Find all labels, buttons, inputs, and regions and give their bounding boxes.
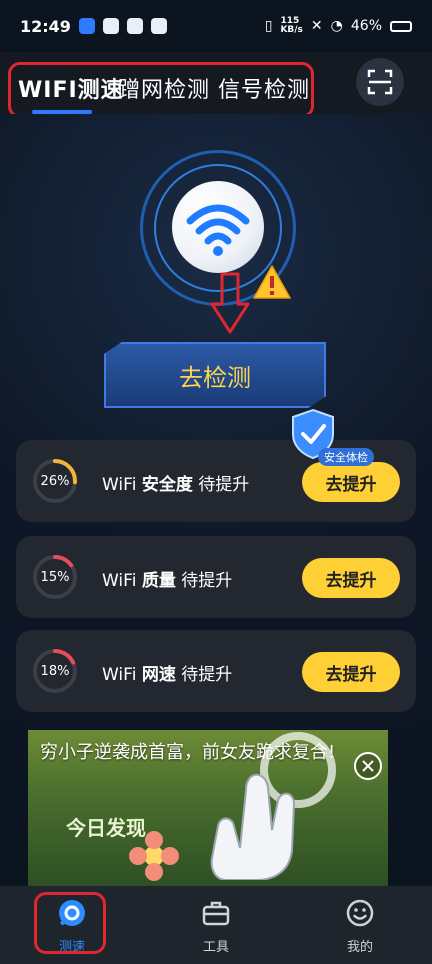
- warning-icon: [253, 265, 291, 299]
- quality-label: WiFi 质量 待提升: [102, 571, 233, 591]
- annotation-arrow-down-icon: [210, 272, 250, 334]
- quality-upgrade-button[interactable]: 去提升: [302, 558, 400, 598]
- scan-button[interactable]: [356, 58, 404, 106]
- quality-percent: 15%: [40, 569, 70, 585]
- wifi-hero-ball: [172, 181, 264, 273]
- start-check-button[interactable]: 去检测: [104, 342, 326, 408]
- status-left: 12:49: [20, 17, 167, 36]
- nav-item-tools[interactable]: 工具: [176, 898, 256, 955]
- sim-icon: ✕: [310, 18, 323, 34]
- annotation-box-tabs: [8, 62, 314, 118]
- annotation-box-nav: [34, 892, 106, 954]
- app-notification-icon: [78, 18, 95, 34]
- mail-icon: [126, 18, 143, 34]
- speed-percent: 18%: [40, 663, 70, 679]
- flower-icon: [129, 831, 179, 881]
- status-right: ▯ 115 KB/s ✕ ◔ 46%: [265, 17, 412, 35]
- card-quality: 15% WiFi 质量 待提升 去提升: [16, 536, 416, 618]
- nav-label-mine: 我的: [346, 940, 373, 955]
- safety-check-badge: 安全体检: [318, 448, 374, 466]
- notification-icon: [102, 18, 119, 34]
- nav-item-mine[interactable]: 我的: [320, 898, 400, 955]
- card-speed: 18% WiFi 网速 待提升 去提升: [16, 630, 416, 712]
- speed-upgrade-button[interactable]: 去提升: [302, 652, 400, 692]
- ad-close-button[interactable]: [354, 752, 382, 780]
- scan-icon: [367, 69, 393, 95]
- net-speed: 115 KB/s: [280, 16, 303, 35]
- status-bar: 12:49 ▯ 115 KB/s ✕ ◔ 46%: [0, 0, 432, 52]
- vibrate-icon: ▯: [264, 18, 273, 34]
- security-label: WiFi 安全度 待提升: [102, 475, 250, 495]
- top-tabs-bar: WIFI测速 蹭网检测 信号检测: [0, 52, 432, 118]
- toolbox-icon: [202, 901, 230, 926]
- speed-label: WiFi 网速 待提升: [102, 665, 233, 685]
- nav-label-tools: 工具: [202, 940, 229, 955]
- battery-icon: [390, 20, 412, 32]
- wifi-icon: ◔: [330, 18, 343, 34]
- message-icon: [150, 18, 167, 34]
- security-percent: 26%: [40, 473, 70, 489]
- smile-icon: [346, 899, 374, 927]
- battery-text: 46%: [350, 18, 382, 34]
- status-time: 12:49: [20, 16, 71, 36]
- close-icon: [362, 760, 374, 772]
- ad-banner[interactable]: 穷小子逆袭成首富，前女友跪求复合! 今日发现: [28, 730, 388, 886]
- tap-hand-icon: [210, 732, 336, 880]
- security-upgrade-button[interactable]: 去提升: [302, 462, 400, 502]
- wifi-signal-icon: [186, 204, 250, 256]
